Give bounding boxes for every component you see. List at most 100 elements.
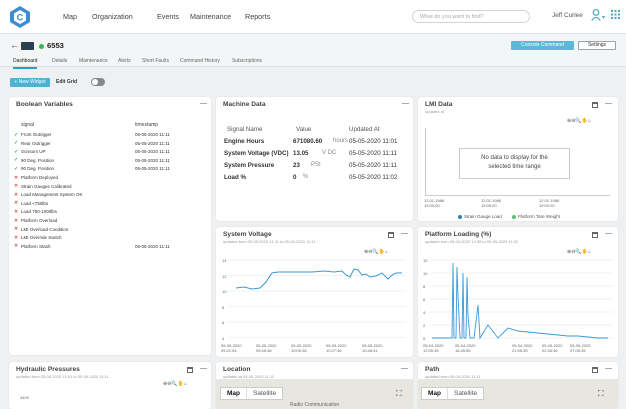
- calendar-icon[interactable]: [592, 367, 598, 373]
- signal-unit: hours: [333, 138, 349, 144]
- tab-short-faults[interactable]: Short Faults: [142, 58, 169, 64]
- card-title: Location: [223, 366, 251, 373]
- card-title: System Voltage: [223, 231, 272, 238]
- fullscreen-icon[interactable]: ⛶: [396, 390, 404, 398]
- search-input[interactable]: What do you want to find?: [412, 10, 530, 23]
- y-tick-label: 10: [222, 289, 227, 294]
- calendar-icon[interactable]: [592, 102, 598, 108]
- card-title: Hydraulic Pressures: [16, 366, 80, 373]
- device-name: 6553: [47, 41, 64, 50]
- check-icon: ✓: [14, 165, 19, 172]
- card-title: Platform Loading (%): [425, 231, 492, 238]
- calendar-icon[interactable]: [388, 232, 394, 238]
- signal-name: Strain Gauges Calibrated: [21, 183, 72, 189]
- apps-grid-icon[interactable]: [611, 10, 620, 19]
- y-tick-label: 6: [222, 320, 225, 325]
- map-street-label: Radio Communication: [290, 402, 340, 408]
- signal-value: 13.05: [293, 150, 309, 157]
- signal-name: Load 750-1000lbs: [21, 209, 58, 215]
- legend-platform-tare: Platform Tare Weight: [518, 214, 560, 219]
- minimize-icon[interactable]: —: [401, 230, 408, 237]
- minimize-icon[interactable]: —: [401, 365, 408, 372]
- settings-button[interactable]: Settings: [578, 41, 616, 50]
- machine-data-card: Machine Data —: [216, 97, 413, 221]
- fullscreen-icon[interactable]: ⛶: [598, 390, 606, 398]
- minimize-icon[interactable]: —: [605, 365, 612, 372]
- minimize-icon[interactable]: —: [200, 365, 207, 372]
- cross-icon: ✕: [14, 174, 19, 181]
- minimize-icon[interactable]: —: [605, 100, 612, 107]
- minimize-icon[interactable]: —: [200, 100, 207, 107]
- zoom-tools-icon[interactable]: ⊕⊖🔍✋⌂: [567, 118, 591, 124]
- x-tick-label: 07:05:35: [570, 348, 586, 353]
- card-title: Boolean Variables: [16, 101, 73, 108]
- signal-unit: %: [303, 174, 309, 180]
- y-tick-label: 4: [423, 310, 426, 315]
- tab-details[interactable]: Details: [52, 58, 67, 64]
- user-icon[interactable]: [591, 9, 601, 21]
- device-thumbnail: [21, 42, 34, 50]
- tab-subscriptions[interactable]: Subscriptions: [232, 58, 262, 64]
- minimize-icon[interactable]: —: [605, 230, 612, 237]
- signal-name: Load Management System OK: [21, 192, 83, 198]
- nav-reports[interactable]: Reports: [245, 12, 270, 21]
- y-tick-label: 4: [222, 335, 225, 341]
- signal-name: 90 Deg. Position: [21, 157, 55, 163]
- platform-loading-chart: [430, 259, 612, 340]
- tab-maintenance[interactable]: Maintenance: [79, 58, 108, 64]
- minimize-icon[interactable]: —: [402, 100, 409, 107]
- status-dot: [39, 44, 44, 49]
- tab-alerts[interactable]: Alerts: [118, 58, 131, 64]
- svg-text:C: C: [17, 13, 24, 23]
- edit-grid-label: Edit Grid: [56, 79, 78, 85]
- nav-events[interactable]: Events: [157, 12, 179, 21]
- cross-icon: ✕: [14, 234, 19, 241]
- console-command-button[interactable]: Console Command: [511, 41, 574, 50]
- x-tick-label: 09:21:54: [221, 348, 237, 353]
- signal-timestamp: 05-05-2020 11:11: [135, 132, 170, 137]
- app-logo-icon[interactable]: C: [8, 5, 32, 29]
- column-header-value: Value: [296, 126, 312, 133]
- y-axis: [425, 128, 426, 195]
- new-widget-button[interactable]: + New Widget: [10, 78, 50, 87]
- back-arrow-icon[interactable]: ←: [10, 40, 19, 50]
- map-type-toggle[interactable]: Map Satellite: [421, 387, 485, 400]
- edit-grid-toggle[interactable]: [91, 78, 105, 86]
- calendar-icon[interactable]: [592, 232, 598, 238]
- map-type-map[interactable]: Map: [221, 388, 246, 399]
- chevron-down-icon[interactable]: ▾: [602, 14, 605, 21]
- loading-series-line: [432, 262, 608, 340]
- signal-name: System Pressure: [224, 162, 275, 169]
- calendar-icon[interactable]: [187, 367, 193, 373]
- signal-name: Rear Outrigger: [21, 140, 51, 146]
- column-header-signal-name: Signal Name: [227, 126, 263, 133]
- x-tick-label: 10:48:41: [362, 348, 378, 353]
- nav-organization[interactable]: Organization: [92, 12, 133, 21]
- legend-dot-strain: [458, 215, 462, 219]
- map-type-satellite[interactable]: Satellite: [246, 388, 282, 399]
- system-voltage-chart: [228, 259, 406, 338]
- signal-name: LMI Override Switch: [21, 235, 62, 241]
- user-name[interactable]: Jeff Curlee: [552, 12, 583, 19]
- signal-timestamp: 05-05-2020 11:11: [135, 166, 170, 172]
- x-tick-label: 12:05:35: [423, 348, 439, 353]
- cross-icon: ✕: [14, 208, 19, 215]
- cross-icon: ✕: [14, 217, 19, 224]
- map-type-map[interactable]: Map: [422, 388, 447, 399]
- signal-updated-at: 05-05-2020 11:11: [349, 162, 397, 169]
- cross-icon: ✕: [14, 226, 19, 233]
- signal-name: System Voltage (VDC): [224, 150, 289, 157]
- tab-dashboard[interactable]: Dashboard: [13, 58, 38, 69]
- tab-command-history[interactable]: Command History: [180, 58, 220, 64]
- map-type-toggle[interactable]: Map Satellite: [220, 387, 284, 400]
- map-type-satellite[interactable]: Satellite: [447, 388, 483, 399]
- zoom-tools-icon[interactable]: ⊕⊖🔍✋⌂: [163, 381, 187, 387]
- nav-map[interactable]: Map: [63, 12, 77, 21]
- signal-name: Scissors UP: [21, 149, 46, 155]
- column-header-timestamp: timestamp: [135, 122, 159, 128]
- y-tick-label: 2: [423, 323, 426, 328]
- signal-value: 23: [293, 162, 300, 169]
- cross-icon: ✕: [14, 191, 19, 198]
- x-tick-label: 21:55:35: [512, 348, 528, 353]
- nav-maintenance[interactable]: Maintenance: [190, 12, 231, 21]
